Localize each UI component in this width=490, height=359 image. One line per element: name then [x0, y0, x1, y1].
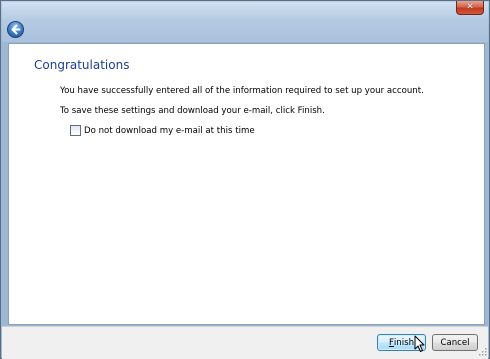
no-download-option[interactable]: Do not download my e-mail at this time	[70, 125, 255, 136]
page-title: Congratulations	[34, 58, 130, 72]
wizard-content: Congratulations You have successfully en…	[8, 43, 485, 325]
close-button[interactable]: ✕	[456, 1, 484, 15]
wizard-window: ✕ Congratulations You have successfully …	[0, 0, 490, 359]
no-download-label: Do not download my e-mail at this time	[84, 125, 255, 136]
finish-label: inish	[393, 337, 415, 348]
instruction-message: To save these settings and download your…	[60, 106, 325, 116]
back-arrow-icon	[11, 24, 21, 35]
no-download-checkbox[interactable]	[70, 125, 81, 136]
resize-grip-icon[interactable]	[477, 346, 487, 356]
back-button[interactable]	[7, 21, 24, 38]
title-bar	[2, 2, 488, 42]
success-message: You have successfully entered all of the…	[60, 86, 424, 96]
cancel-button[interactable]: Cancel	[432, 334, 478, 351]
close-icon: ✕	[466, 2, 474, 12]
mouse-pointer-icon	[414, 335, 425, 352]
